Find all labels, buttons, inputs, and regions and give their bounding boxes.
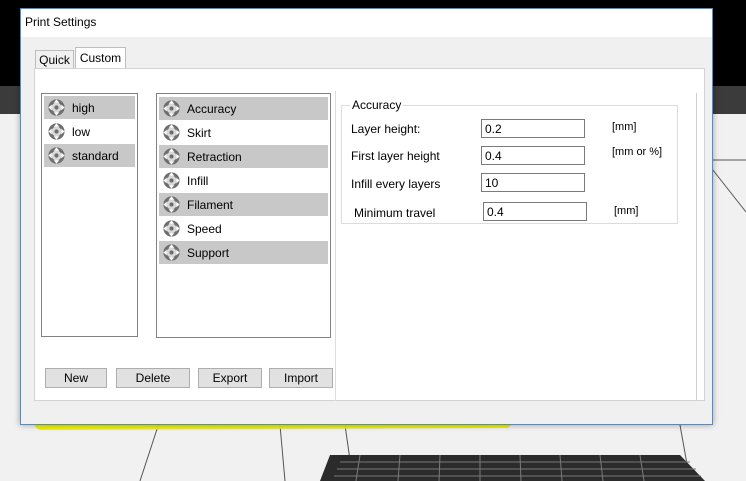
vertical-scrollbar[interactable]: [696, 93, 697, 401]
list-item-infill[interactable]: Infill: [159, 169, 328, 192]
list-item-speed[interactable]: Speed: [159, 217, 328, 240]
import-button[interactable]: Import: [269, 368, 333, 388]
minimum-travel-input[interactable]: [483, 202, 587, 221]
list-item-retraction[interactable]: Retraction: [159, 145, 328, 168]
infill-every-layers-input[interactable]: [481, 173, 585, 192]
settings-section-list[interactable]: Accuracy Skirt Retraction Infill Filamen…: [156, 93, 331, 338]
first-layer-height-input[interactable]: [481, 146, 585, 165]
first-layer-height-unit: [mm or %]: [612, 146, 663, 158]
list-item-label: Infill: [187, 173, 209, 188]
list-item-accuracy[interactable]: Accuracy: [159, 97, 328, 120]
list-item-label: Support: [187, 245, 230, 260]
tab-quick[interactable]: Quick: [35, 50, 74, 69]
move-arrows-icon: [163, 124, 180, 141]
build-plate: [320, 455, 705, 481]
minimum-travel-unit: [mm]: [614, 205, 639, 217]
list-item-filament[interactable]: Filament: [159, 193, 328, 216]
list-item-support[interactable]: Support: [159, 241, 328, 264]
list-item-profile-high[interactable]: high: [44, 96, 135, 119]
new-button[interactable]: New: [45, 368, 107, 388]
list-item-profile-low[interactable]: low: [44, 120, 135, 143]
profile-list[interactable]: high low standard: [41, 93, 138, 337]
layer-height-input[interactable]: [481, 119, 585, 138]
list-item-profile-standard[interactable]: standard: [44, 144, 135, 167]
list-item-label: Speed: [187, 221, 222, 236]
list-item-label: Filament: [187, 197, 234, 212]
dialog-titlebar[interactable]: Print Settings: [21, 9, 712, 37]
first-layer-height-label: First layer height: [351, 149, 440, 163]
list-item-label: Skirt: [187, 125, 211, 140]
custom-tab-panel: high low standard Accuracy Skirt Retract…: [34, 68, 705, 401]
infill-every-layers-label: Infill every layers: [351, 177, 441, 191]
tab-custom[interactable]: Custom: [75, 47, 126, 69]
list-item-label: standard: [72, 148, 119, 163]
list-item-label: low: [72, 124, 91, 139]
list-item-label: Accuracy: [187, 101, 237, 116]
move-arrows-icon: [48, 99, 65, 116]
list-item-label: high: [72, 100, 95, 115]
minimum-travel-label: Minimum travel: [354, 206, 436, 220]
move-arrows-icon: [48, 147, 65, 164]
list-item-skirt[interactable]: Skirt: [159, 121, 328, 144]
delete-button[interactable]: Delete: [116, 368, 190, 388]
layer-height-label: Layer height:: [351, 122, 421, 136]
move-arrows-icon: [163, 148, 180, 165]
move-arrows-icon: [163, 196, 180, 213]
move-arrows-icon: [163, 172, 180, 189]
list-item-label: Retraction: [187, 149, 242, 164]
move-arrows-icon: [163, 244, 180, 261]
panel-divider: [335, 91, 336, 401]
accuracy-group: Accuracy Layer height: [mm] First layer …: [341, 98, 678, 224]
dialog-title: Print Settings: [25, 15, 97, 29]
export-button[interactable]: Export: [198, 368, 262, 388]
print-settings-dialog: Print Settings Quick Custom high low sta…: [20, 8, 713, 425]
group-legend: Accuracy: [350, 98, 404, 112]
move-arrows-icon: [163, 220, 180, 237]
move-arrows-icon: [48, 123, 65, 140]
move-arrows-icon: [163, 100, 180, 117]
layer-height-unit: [mm]: [612, 121, 637, 133]
